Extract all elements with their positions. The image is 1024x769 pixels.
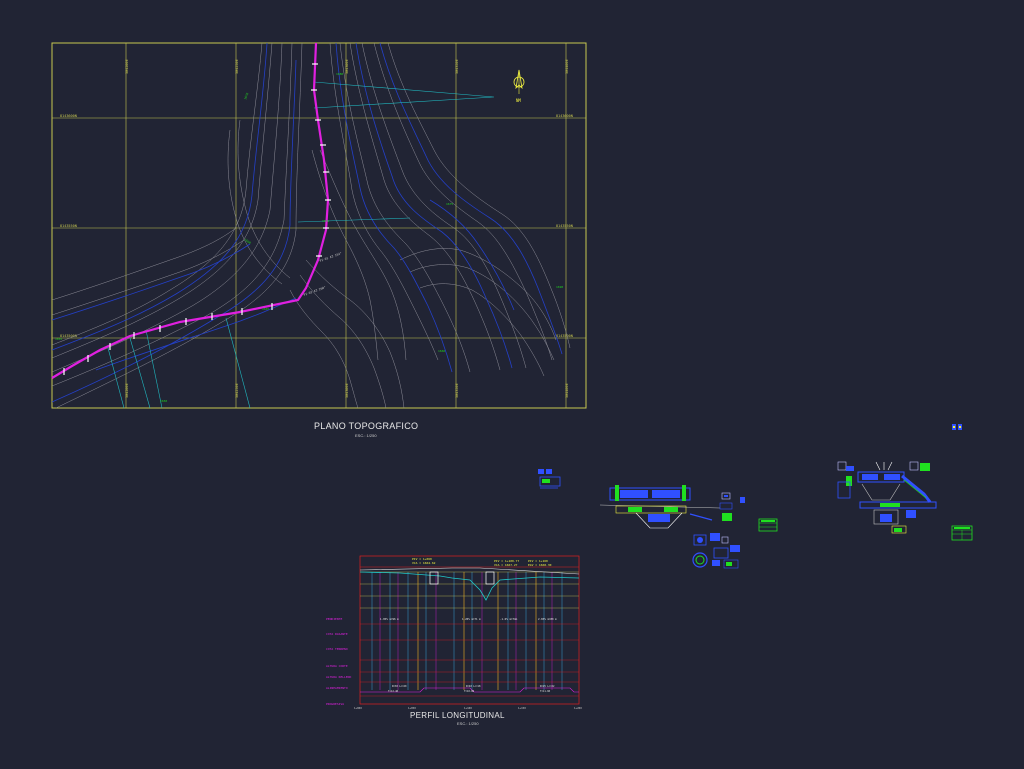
svg-text:COTA RASANTE: COTA RASANTE — [326, 632, 348, 636]
svg-text:PROGRESIVA: PROGRESIVA — [326, 702, 344, 706]
svg-text:ALTURA CORTE: ALTURA CORTE — [326, 664, 348, 668]
grid-label-east: 304350E — [455, 59, 459, 74]
grid-label-east: 304200E — [125, 59, 129, 74]
grid-label-north: 8143600N — [556, 114, 573, 118]
grid-label-east: 304250E — [235, 383, 239, 398]
grid-label-north: 8143600N — [60, 114, 77, 118]
svg-text:1+150: 1+150 — [518, 706, 526, 710]
svg-text:1665: 1665 — [262, 307, 269, 311]
north-arrow-icon: NM — [513, 69, 525, 103]
grid-label-north: 8143550N — [60, 224, 77, 228]
svg-text:-1.6% m=74m: -1.6% m=74m — [500, 617, 518, 621]
grid-label-north: 8143550N — [556, 224, 573, 228]
manhole-detail[interactable] — [692, 533, 740, 569]
plan-scale: ESC.: 1/250 — [355, 433, 377, 438]
svg-text:NM: NM — [516, 98, 521, 103]
svg-text:T=10.80: T=10.80 — [464, 690, 475, 693]
detail-block-tag[interactable] — [952, 424, 962, 430]
svg-text:1672: 1672 — [322, 219, 329, 223]
plan-title: PLANO TOPOGRAFICO — [314, 421, 419, 431]
plan-frame — [51, 42, 587, 409]
svg-text:EGV = 1668.30: EGV = 1668.30 — [528, 563, 552, 567]
grid-label-east: 304400E — [565, 383, 569, 398]
profile-title: PERFIL LONGITUDINAL — [410, 711, 505, 720]
svg-text:1668: 1668 — [243, 238, 251, 246]
svg-text:R=25 Lc=22: R=25 Lc=22 — [540, 685, 555, 688]
svg-text:R=30 Lc=20: R=30 Lc=20 — [392, 685, 407, 688]
svg-text:1.20% m=71 m: 1.20% m=71 m — [462, 617, 481, 621]
reference-lines — [107, 81, 495, 409]
station-ticks — [63, 63, 331, 375]
svg-text:1+100: 1+100 — [464, 706, 472, 710]
svg-text:T=11.60: T=11.60 — [540, 690, 551, 693]
svg-text:1655: 1655 — [55, 337, 62, 341]
svg-text:PENDIENTE: PENDIENTE — [326, 617, 342, 621]
topographic-plan: 8143600N 8143600N 8143550N 8143550N 8143… — [51, 42, 587, 409]
index-contours — [51, 42, 563, 403]
grid-label-east: 304400E — [565, 59, 569, 74]
svg-text:1+050: 1+050 — [408, 706, 416, 710]
svg-text:VCA = 1667.27: VCA = 1667.27 — [494, 563, 518, 567]
svg-text:COTA TERRENO: COTA TERRENO — [326, 647, 348, 651]
svg-text:1675: 1675 — [446, 202, 453, 206]
contour-labels: 1670 1680 1675 1660 1665 1655 1650 1690 … — [55, 72, 563, 403]
svg-text:2.65% m=80 m: 2.65% m=80 m — [538, 617, 557, 621]
profile-row-labels: PENDIENTE COTA RASANTE COTA TERRENO ALTU… — [326, 617, 351, 706]
plan-grid — [52, 43, 586, 408]
longitudinal-profile: PIV = 1+060 VCA = 1664.62 PIV = 1+100.77… — [326, 555, 582, 710]
svg-text:1650: 1650 — [160, 399, 167, 403]
svg-text:T=12.40: T=12.40 — [388, 690, 399, 693]
svg-text:1+000: 1+000 — [354, 706, 362, 710]
structure-detail[interactable] — [837, 461, 937, 534]
svg-text:1660: 1660 — [438, 349, 445, 353]
svg-text:1680: 1680 — [336, 72, 343, 76]
quantity-table[interactable] — [758, 518, 778, 532]
svg-text:PI-01 AZ 152°: PI-01 AZ 152° — [319, 251, 343, 263]
svg-text:VCA = 1664.62: VCA = 1664.62 — [412, 561, 436, 565]
grid-label-east: 304300E — [345, 383, 349, 398]
quantity-table-right[interactable] — [951, 525, 973, 541]
grid-label-north: 8143500N — [556, 334, 573, 338]
svg-text:1+200: 1+200 — [574, 706, 582, 710]
grid-label-east: 304200E — [125, 383, 129, 398]
contour-lines — [51, 42, 571, 409]
svg-text:1670: 1670 — [243, 92, 249, 100]
svg-text:ALTURA RELLENO: ALTURA RELLENO — [326, 675, 351, 679]
svg-text:R=40 Lc=18: R=40 Lc=18 — [466, 685, 481, 688]
detail-block-small[interactable] — [538, 469, 561, 489]
svg-text:ALINEAMIENTO: ALINEAMIENTO — [326, 686, 348, 690]
grid-label-east: 304300E — [345, 59, 349, 74]
detail-block-stack[interactable] — [719, 492, 745, 521]
cad-model-space[interactable]: 8143600N 8143600N 8143550N 8143550N 8143… — [0, 0, 1024, 769]
grid-label-east: 304350E — [455, 383, 459, 398]
road-alignment[interactable] — [51, 42, 330, 379]
grid-label-east: 304250E — [235, 59, 239, 74]
svg-text:1.95% m=96 m: 1.95% m=96 m — [380, 617, 399, 621]
headwall-detail[interactable] — [599, 485, 721, 529]
profile-scale: ESC.: 1/250 — [457, 721, 479, 726]
svg-text:1690: 1690 — [556, 285, 563, 289]
culvert-structures — [429, 571, 495, 585]
